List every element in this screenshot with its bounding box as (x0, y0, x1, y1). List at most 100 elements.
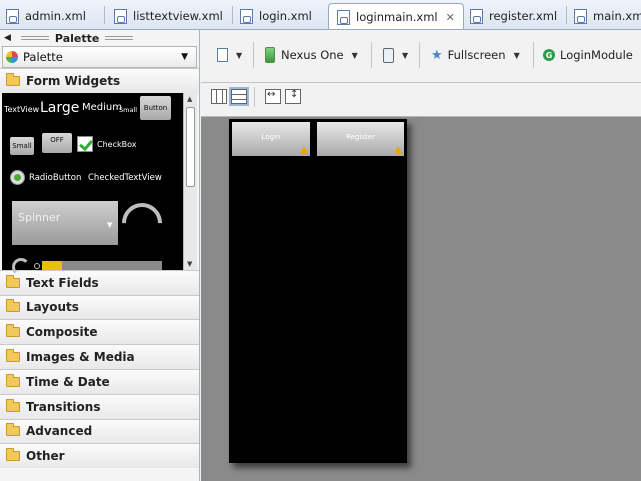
category-composite[interactable]: Composite (0, 319, 199, 345)
category-label: Transitions (26, 399, 101, 414)
widget-preview-area: TextView Large Medium Small Button Small… (2, 92, 197, 276)
widget-spinner[interactable]: Spinner ▼ (12, 200, 118, 245)
editor-tab-bar: admin.xml listtextview.xml login.xml log… (0, 0, 641, 30)
category-form-widgets[interactable]: Form Widgets (0, 68, 199, 93)
chevron-down-icon: ▼ (351, 50, 358, 60)
xml-file-icon (470, 8, 483, 24)
category-advanced[interactable]: Advanced (0, 418, 199, 444)
tab-label: loginmain.xml (356, 10, 438, 24)
folder-icon (6, 324, 20, 338)
device-dropdown[interactable]: Nexus One ▼ (265, 45, 358, 65)
progress-spinner-small-icon (12, 257, 30, 276)
scroll-up-icon[interactable]: ▲ (187, 95, 192, 103)
chevron-down-icon: ▼ (236, 50, 243, 60)
folder-icon (6, 299, 20, 313)
widget-button[interactable]: Button (140, 95, 171, 120)
checkbox-checked-icon[interactable] (77, 135, 93, 152)
folder-icon (6, 423, 20, 437)
category-images-media[interactable]: Images & Media (0, 344, 199, 369)
tab-label: admin.xml (25, 9, 86, 23)
xml-file-icon (6, 8, 19, 24)
open-folder-icon (6, 72, 20, 86)
toggle-rows-icon[interactable] (231, 89, 247, 104)
scroll-down-icon[interactable]: ▼ (187, 260, 192, 268)
chevron-down-icon: ▼ (181, 52, 188, 62)
login-button-preview[interactable]: Login (232, 122, 310, 156)
widget-textview[interactable]: TextView (4, 105, 39, 114)
palette-header[interactable]: ◀ Palette (0, 30, 199, 46)
widget-radiobutton-label[interactable]: RadioButton (29, 173, 81, 183)
palette-select-value: Palette (23, 50, 63, 64)
tab-label: register.xml (489, 9, 558, 23)
radio-selected-icon[interactable] (10, 169, 25, 185)
widget-medium-text[interactable]: Medium (82, 102, 122, 113)
category-label: Images & Media (26, 350, 135, 365)
close-tab-icon[interactable]: ✕ (446, 11, 455, 24)
palette-header-label: Palette (54, 31, 100, 45)
activity-dropdown[interactable]: G LoginModule (543, 45, 633, 65)
tab-label: login.xml (259, 9, 312, 23)
widget-small-button[interactable]: Small (10, 136, 34, 155)
device-screen-preview: Login Register (229, 119, 407, 463)
category-label: Time & Date (26, 374, 110, 389)
chevron-down-icon: ▼ (513, 50, 520, 60)
category-time-date[interactable]: Time & Date (0, 368, 199, 394)
folder-icon (6, 373, 20, 387)
grip-lines (105, 36, 134, 40)
widget-toggle-button[interactable]: OFF (42, 132, 72, 153)
tab-listtextview-xml[interactable]: listtextview.xml (114, 4, 223, 28)
widget-scrollbar[interactable]: ▲ ▼ (183, 92, 197, 270)
config-toolbar: ▼ Nexus One ▼ ▼ ★ Fullscreen ▼ G LoginMo… (201, 30, 641, 83)
palette-mode-select[interactable]: Palette ▼ (2, 46, 197, 68)
warning-icon (394, 146, 402, 154)
category-text-fields[interactable]: Text Fields (0, 269, 199, 295)
layout-editor: ▼ Nexus One ▼ ▼ ★ Fullscreen ▼ G LoginMo… (201, 30, 641, 481)
category-label: Other (26, 449, 65, 464)
widget-small-text[interactable]: Small (119, 106, 137, 114)
progress-spinner-tiny-icon (34, 262, 40, 269)
orientation-dropdown[interactable]: ▼ (383, 45, 408, 65)
category-label: Layouts (26, 300, 79, 315)
scrollbar-thumb[interactable] (186, 106, 195, 187)
widget-checkbox-label[interactable]: CheckBox (97, 140, 136, 149)
collapse-arrow-icon[interactable]: ◀ (4, 33, 11, 43)
phone-device-icon (265, 47, 275, 63)
tab-admin-xml[interactable]: admin.xml (6, 4, 86, 28)
category-label: Composite (26, 325, 98, 340)
chevron-down-icon: ▼ (402, 50, 409, 60)
category-transitions[interactable]: Transitions (0, 393, 199, 419)
tab-label: main.xml (593, 9, 641, 23)
xml-file-icon (574, 8, 587, 24)
config-file-dropdown[interactable]: ▼ (217, 45, 242, 65)
toolbar-separator (371, 42, 372, 68)
toolbar-separator (254, 87, 255, 107)
toggle-columns-icon[interactable] (211, 89, 227, 104)
login-button-label: Login (261, 133, 281, 141)
register-button-preview[interactable]: Register (317, 122, 404, 156)
xml-file-icon (217, 48, 228, 62)
activity-g-icon: G (543, 49, 555, 61)
widget-checkedtextview[interactable]: CheckedTextView (88, 173, 162, 183)
star-theme-icon: ★ (431, 47, 443, 63)
palette-icon (6, 51, 18, 63)
theme-dropdown[interactable]: ★ Fullscreen ▼ (431, 45, 520, 65)
category-layouts[interactable]: Layouts (0, 294, 199, 320)
folder-icon (6, 448, 20, 462)
folder-icon (6, 398, 20, 412)
toolbar-separator (419, 42, 420, 68)
tab-login-xml[interactable]: login.xml (240, 4, 312, 28)
register-button-label: Register (346, 133, 375, 141)
widget-large-text[interactable]: Large (40, 100, 79, 116)
tab-loginmain-xml[interactable]: loginmain.xml ✕ (328, 3, 464, 29)
rotate-device-icon (383, 47, 394, 63)
tab-register-xml[interactable]: register.xml (470, 4, 557, 28)
xml-file-icon (114, 8, 127, 24)
tab-separator (232, 6, 233, 24)
toolbar-separator (253, 42, 254, 68)
category-label: Text Fields (26, 275, 99, 290)
fill-height-icon[interactable]: ↕ (285, 89, 301, 104)
tab-main-xml[interactable]: main.xml (574, 4, 641, 28)
category-other[interactable]: Other (0, 443, 199, 469)
fill-width-icon[interactable]: ↔ (265, 89, 281, 104)
grip-lines (20, 36, 49, 40)
